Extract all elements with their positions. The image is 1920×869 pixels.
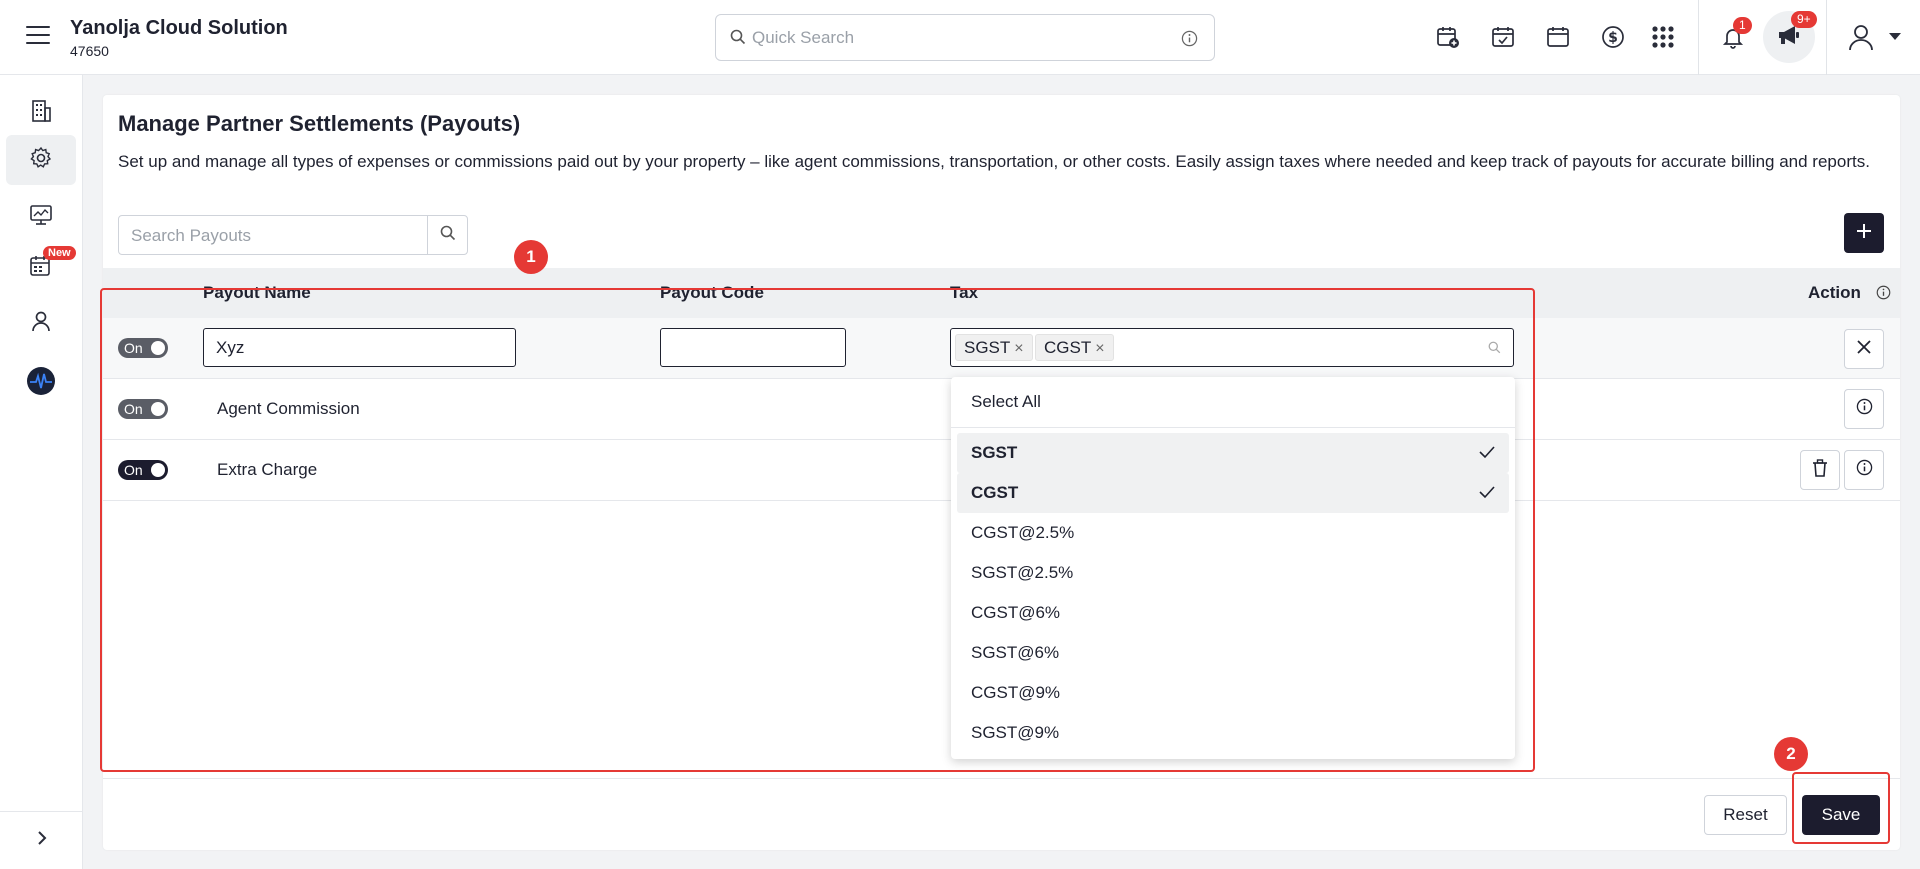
sidebar: New bbox=[0, 75, 83, 869]
menu-icon[interactable] bbox=[26, 26, 50, 46]
tax-multiselect[interactable]: SGST × CGST × bbox=[950, 328, 1514, 367]
toggle-label: On bbox=[124, 401, 143, 417]
sidebar-expand-button[interactable] bbox=[0, 811, 83, 869]
close-icon bbox=[1857, 339, 1871, 359]
search-icon bbox=[1488, 341, 1501, 359]
user-icon bbox=[29, 309, 53, 338]
payouts-card: Manage Partner Settlements (Payouts) Set… bbox=[103, 95, 1900, 850]
sidebar-item-monitor[interactable] bbox=[6, 192, 76, 242]
tax-dropdown: Select All SGST CGST CGST@2.5% SGST@2.5%… bbox=[951, 377, 1515, 759]
tax-option[interactable]: CGST@2.5% bbox=[957, 513, 1509, 553]
info-button[interactable] bbox=[1844, 389, 1884, 429]
notification-count-badge: 1 bbox=[1733, 17, 1752, 34]
tax-chip[interactable]: CGST × bbox=[1035, 334, 1114, 361]
sidebar-item-settings[interactable] bbox=[6, 135, 76, 185]
payout-search-button[interactable] bbox=[427, 216, 467, 254]
cancel-edit-button[interactable] bbox=[1844, 329, 1884, 369]
chevron-right-icon bbox=[36, 830, 48, 851]
tax-option[interactable]: CGST bbox=[957, 473, 1509, 513]
tax-chip[interactable]: SGST × bbox=[955, 334, 1033, 361]
select-all-option[interactable]: Select All bbox=[957, 382, 1509, 422]
dollar-icon[interactable]: $ bbox=[1600, 24, 1626, 50]
chevron-down-icon[interactable] bbox=[1882, 24, 1908, 50]
status-toggle[interactable]: On bbox=[118, 399, 168, 419]
payout-name: Extra Charge bbox=[217, 460, 318, 479]
new-badge: New bbox=[43, 246, 76, 260]
table-row: On SGST× CGST× bbox=[103, 318, 1900, 379]
calendar-icon[interactable] bbox=[1545, 24, 1571, 50]
announcement-count-badge: 9+ bbox=[1791, 11, 1817, 28]
pulse-icon bbox=[26, 366, 56, 401]
brand-title: Yanolja Cloud Solution bbox=[70, 17, 288, 39]
monitor-icon bbox=[29, 203, 53, 232]
payout-search[interactable] bbox=[118, 215, 468, 255]
payout-code-input[interactable] bbox=[660, 328, 846, 367]
tax-option[interactable]: SGST@9% bbox=[957, 713, 1509, 753]
tax-option[interactable]: SGST@2.5% bbox=[957, 553, 1509, 593]
column-tax: Tax bbox=[950, 283, 979, 302]
toggle-label: On bbox=[124, 462, 143, 478]
quick-search[interactable] bbox=[715, 14, 1215, 61]
building-icon bbox=[29, 99, 53, 128]
close-icon[interactable]: × bbox=[1095, 340, 1104, 357]
gear-icon bbox=[29, 146, 53, 175]
table-header: Payout Name Payout Code Tax Action bbox=[103, 268, 1900, 318]
sidebar-item-property[interactable] bbox=[6, 88, 76, 138]
payout-search-input[interactable] bbox=[131, 224, 421, 248]
delete-button[interactable] bbox=[1800, 450, 1840, 490]
page-description: Set up and manage all types of expenses … bbox=[118, 152, 1870, 171]
payout-name: Agent Commission bbox=[217, 399, 360, 418]
column-action: Action bbox=[1808, 283, 1861, 302]
svg-text:$: $ bbox=[1608, 30, 1618, 46]
status-toggle[interactable]: On bbox=[118, 338, 168, 358]
apps-grid-icon[interactable] bbox=[1650, 24, 1676, 50]
calendar-plus-icon[interactable] bbox=[1435, 24, 1461, 50]
calendar-check-icon[interactable] bbox=[1490, 24, 1516, 50]
tax-option[interactable]: SGST bbox=[957, 433, 1509, 473]
trash-icon bbox=[1812, 458, 1828, 482]
annotation-marker-2: 2 bbox=[1774, 737, 1808, 771]
top-header: Yanolja Cloud Solution 47650 $ 1 9+ bbox=[0, 0, 1920, 75]
column-payout-code: Payout Code bbox=[660, 283, 764, 302]
brand-id: 47650 bbox=[70, 43, 109, 59]
sidebar-item-analytics[interactable] bbox=[6, 358, 76, 408]
page-title: Manage Partner Settlements (Payouts) bbox=[118, 111, 521, 136]
search-icon bbox=[440, 225, 456, 246]
status-toggle[interactable]: On bbox=[118, 460, 168, 480]
info-icon bbox=[1856, 459, 1873, 481]
sidebar-item-users[interactable] bbox=[6, 298, 76, 348]
check-icon bbox=[1479, 444, 1495, 464]
search-icon bbox=[730, 29, 746, 50]
toggle-label: On bbox=[124, 340, 143, 356]
payout-name-input[interactable] bbox=[203, 328, 516, 367]
info-button[interactable] bbox=[1844, 450, 1884, 490]
quick-search-input[interactable] bbox=[752, 25, 1152, 51]
add-payout-button[interactable] bbox=[1844, 213, 1884, 253]
check-icon bbox=[1479, 484, 1495, 504]
annotation-marker-1: 1 bbox=[514, 240, 548, 274]
tax-option[interactable]: CGST@9% bbox=[957, 673, 1509, 713]
tax-option[interactable]: CGST@6% bbox=[957, 593, 1509, 633]
reset-button[interactable]: Reset bbox=[1704, 795, 1787, 835]
user-icon[interactable] bbox=[1845, 21, 1877, 53]
info-icon[interactable] bbox=[1876, 285, 1891, 305]
close-icon[interactable]: × bbox=[1014, 340, 1023, 357]
info-icon bbox=[1856, 398, 1873, 420]
info-icon[interactable] bbox=[1181, 30, 1198, 52]
column-payout-name: Payout Name bbox=[203, 283, 311, 302]
plus-icon bbox=[1856, 223, 1872, 244]
save-button[interactable]: Save bbox=[1802, 795, 1880, 835]
tax-option[interactable]: SGST@6% bbox=[957, 633, 1509, 673]
